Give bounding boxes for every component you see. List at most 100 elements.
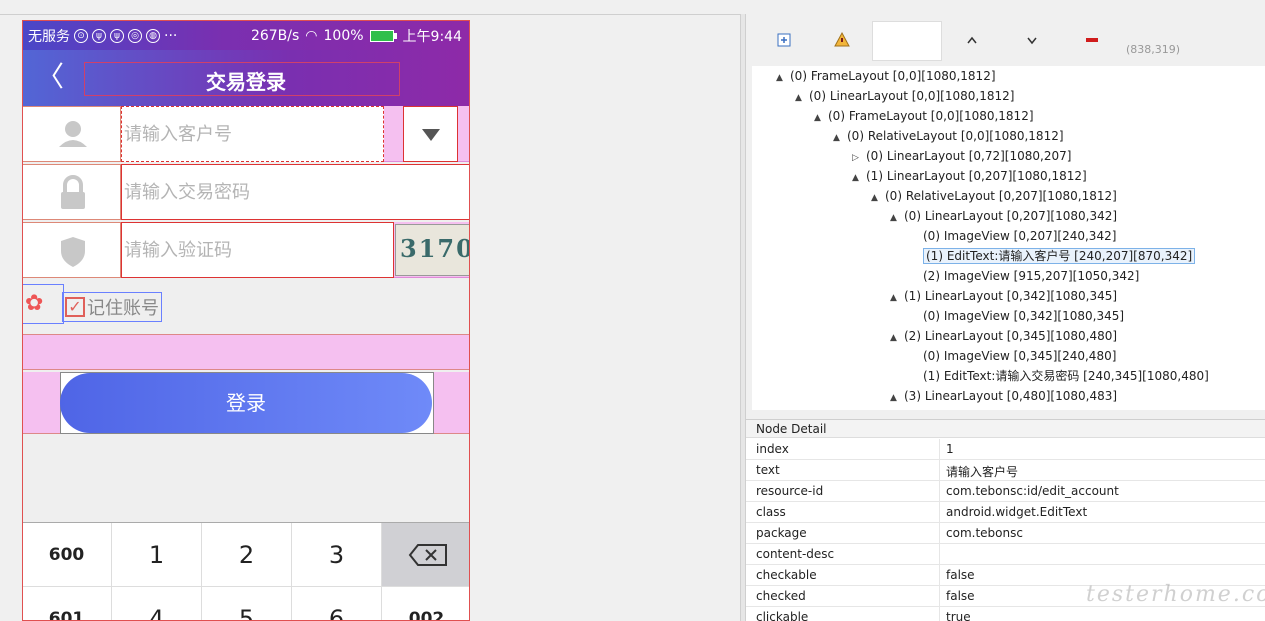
warning-icon bbox=[834, 31, 850, 47]
tree-node[interactable]: (0) ImageView [0,345][240,480] bbox=[909, 346, 1116, 366]
battery-percent: 100% bbox=[323, 28, 364, 44]
expanded-arrow-icon[interactable]: ▲ bbox=[833, 128, 847, 148]
key-6[interactable]: 6 bbox=[292, 587, 382, 621]
key-3[interactable]: 3 bbox=[292, 523, 382, 587]
key-code-002[interactable]: 002 bbox=[382, 587, 470, 621]
password-field[interactable] bbox=[121, 164, 470, 220]
warning-button[interactable] bbox=[830, 28, 854, 52]
tree-node[interactable]: ▲ (3) LinearLayout [0,480][1080,483] bbox=[890, 386, 1117, 406]
key-1[interactable]: 1 bbox=[112, 523, 202, 587]
tree-node[interactable]: (0) ImageView [0,342][1080,345] bbox=[909, 306, 1124, 326]
checkmark-icon[interactable]: ✓ bbox=[65, 297, 85, 317]
key-code-601[interactable]: 601 bbox=[22, 587, 112, 621]
key-2[interactable]: 2 bbox=[202, 523, 292, 587]
previous-button[interactable] bbox=[960, 28, 984, 52]
expand-all-button[interactable] bbox=[772, 28, 796, 52]
carrier-label: 无服务 bbox=[28, 29, 70, 45]
tree-node[interactable]: (2) ImageView [915,207][1050,342] bbox=[909, 266, 1139, 286]
tree-node-label: (0) LinearLayout [0,72][1080,207] bbox=[866, 149, 1072, 163]
property-value: com.tebonsc:id/edit_account bbox=[946, 484, 1119, 498]
detail-row-package[interactable]: package com.tebonsc bbox=[746, 523, 1265, 544]
property-name: text bbox=[756, 463, 780, 477]
remember-row: ✿ ✓ 记住账号 bbox=[22, 278, 470, 334]
tree-node[interactable]: ▲ (2) LinearLayout [0,345][1080,480] bbox=[890, 326, 1117, 346]
captcha-field[interactable] bbox=[121, 222, 394, 278]
clock: 上午9:44 bbox=[402, 29, 462, 45]
captcha-image[interactable]: 3170 bbox=[395, 224, 470, 276]
expanded-arrow-icon[interactable]: ▲ bbox=[890, 388, 904, 408]
tree-node[interactable]: ▲ (0) RelativeLayout [0,207][1080,1812] bbox=[871, 186, 1117, 206]
column-divider bbox=[939, 439, 940, 460]
tree-node-label: (0) ImageView [0,345][240,480] bbox=[923, 349, 1117, 363]
tree-node[interactable]: ▲ (1) LinearLayout [0,342][1080,345] bbox=[890, 286, 1117, 306]
property-name: index bbox=[756, 442, 789, 456]
inspector-pane: (838,319) ▲ (0) FrameLayout [0,0][1080,18… bbox=[746, 14, 1265, 621]
tree-node-label: (0) RelativeLayout [0,0][1080,1812] bbox=[847, 129, 1064, 143]
detail-row-resource-id[interactable]: resource-id com.tebonsc:id/edit_account bbox=[746, 481, 1265, 502]
lock-icon bbox=[61, 175, 85, 209]
property-value: true bbox=[946, 610, 971, 621]
expanded-arrow-icon[interactable]: ▲ bbox=[890, 288, 904, 308]
usb-icon: ψ bbox=[92, 29, 106, 43]
section-divider[interactable] bbox=[746, 410, 1265, 420]
password-input[interactable] bbox=[124, 165, 469, 220]
expanded-arrow-icon[interactable]: ▲ bbox=[814, 108, 828, 128]
account-field[interactable] bbox=[121, 106, 384, 162]
screenshot-pane: 无服务 ⊙ ψ ψ ◎ ◍ ··· 267B/s ◠ 100% 上午9:44 〈… bbox=[0, 0, 740, 621]
tree-node-label: (1) EditText:请输入交易密码 [240,345][1080,480] bbox=[923, 369, 1209, 383]
toolbar: (838,319) bbox=[746, 14, 1265, 66]
account-input[interactable] bbox=[124, 107, 383, 162]
device-screenshot[interactable]: 无服务 ⊙ ψ ψ ◎ ◍ ··· 267B/s ◠ 100% 上午9:44 〈… bbox=[22, 20, 470, 621]
detail-row-index[interactable]: index 1 bbox=[746, 439, 1265, 460]
detail-row-text[interactable]: text 请输入客户号 bbox=[746, 460, 1265, 481]
tree-node[interactable]: ▲ (0) LinearLayout [0,207][1080,342] bbox=[890, 206, 1117, 226]
expanded-arrow-icon[interactable]: ▲ bbox=[890, 208, 904, 228]
property-name: clickable bbox=[756, 610, 809, 621]
expanded-arrow-icon[interactable]: ▲ bbox=[776, 68, 790, 88]
property-name: checkable bbox=[756, 568, 817, 582]
spacer-band bbox=[22, 334, 470, 370]
tree-node[interactable]: ▲ (0) FrameLayout [0,0][1080,1812] bbox=[776, 66, 996, 86]
account-dropdown-button[interactable] bbox=[403, 106, 458, 162]
clear-button[interactable] bbox=[1080, 28, 1104, 52]
tree-node[interactable]: ▲ (0) FrameLayout [0,0][1080,1812] bbox=[814, 106, 1034, 126]
tree-node[interactable]: ▷ (0) LinearLayout [0,72][1080,207] bbox=[852, 146, 1071, 166]
tree-node-label: (1) EditText:请输入客户号 [240,207][870,342] bbox=[923, 248, 1196, 264]
backspace-key[interactable] bbox=[382, 523, 470, 587]
detail-row-content-desc[interactable]: content-desc bbox=[746, 544, 1265, 565]
key-5[interactable]: 5 bbox=[202, 587, 292, 621]
remember-checkbox[interactable]: ✓ 记住账号 bbox=[62, 292, 162, 322]
tree-node-selected[interactable]: (1) EditText:请输入客户号 [240,207][870,342] bbox=[909, 246, 1196, 266]
tree-node-label: (2) LinearLayout [0,345][1080,480] bbox=[904, 329, 1118, 343]
expanded-arrow-icon[interactable]: ▲ bbox=[890, 328, 904, 348]
detail-row-class[interactable]: class android.widget.EditText bbox=[746, 502, 1265, 523]
captcha-input[interactable] bbox=[124, 223, 393, 278]
key-code-600[interactable]: 600 bbox=[22, 523, 112, 587]
property-value: 请输入客户号 bbox=[946, 465, 1019, 479]
login-row: 登录 bbox=[22, 372, 470, 434]
tree-node[interactable]: ▲ (0) LinearLayout [0,0][1080,1812] bbox=[795, 86, 1014, 106]
app-icon-2: ◍ bbox=[146, 29, 160, 43]
title-bar: 〈 交易登录 bbox=[22, 50, 470, 106]
tree-node-label: (1) LinearLayout [0,207][1080,1812] bbox=[866, 169, 1087, 183]
next-button[interactable] bbox=[1020, 28, 1044, 52]
collapsed-arrow-icon[interactable]: ▷ bbox=[852, 148, 866, 168]
property-value: com.tebonsc bbox=[946, 526, 1023, 540]
expanded-arrow-icon[interactable]: ▲ bbox=[871, 188, 885, 208]
tree-node[interactable]: (0) ImageView [0,207][240,342] bbox=[909, 226, 1116, 246]
tree-node-label: (2) ImageView [915,207][1050,342] bbox=[923, 269, 1140, 283]
backspace-icon bbox=[408, 544, 447, 566]
login-button[interactable]: 登录 bbox=[60, 373, 432, 433]
tree-node[interactable]: (1) EditText:请输入交易密码 [240,345][1080,480] bbox=[909, 366, 1209, 386]
node-detail-header: Node Detail bbox=[746, 420, 1265, 438]
cursor-coordinates: (838,319) bbox=[1126, 43, 1181, 56]
top-divider bbox=[0, 14, 740, 15]
key-4[interactable]: 4 bbox=[112, 587, 202, 621]
hierarchy-tree[interactable]: ▲ (0) FrameLayout [0,0][1080,1812] ▲ (0) Li… bbox=[752, 66, 1265, 410]
search-field[interactable] bbox=[872, 21, 942, 61]
expanded-arrow-icon[interactable]: ▲ bbox=[852, 168, 866, 188]
detail-row-clickable[interactable]: clickable true bbox=[746, 607, 1265, 621]
expanded-arrow-icon[interactable]: ▲ bbox=[795, 88, 809, 108]
tree-node[interactable]: ▲ (1) LinearLayout [0,207][1080,1812] bbox=[852, 166, 1087, 186]
tree-node[interactable]: ▲ (0) RelativeLayout [0,0][1080,1812] bbox=[833, 126, 1064, 146]
